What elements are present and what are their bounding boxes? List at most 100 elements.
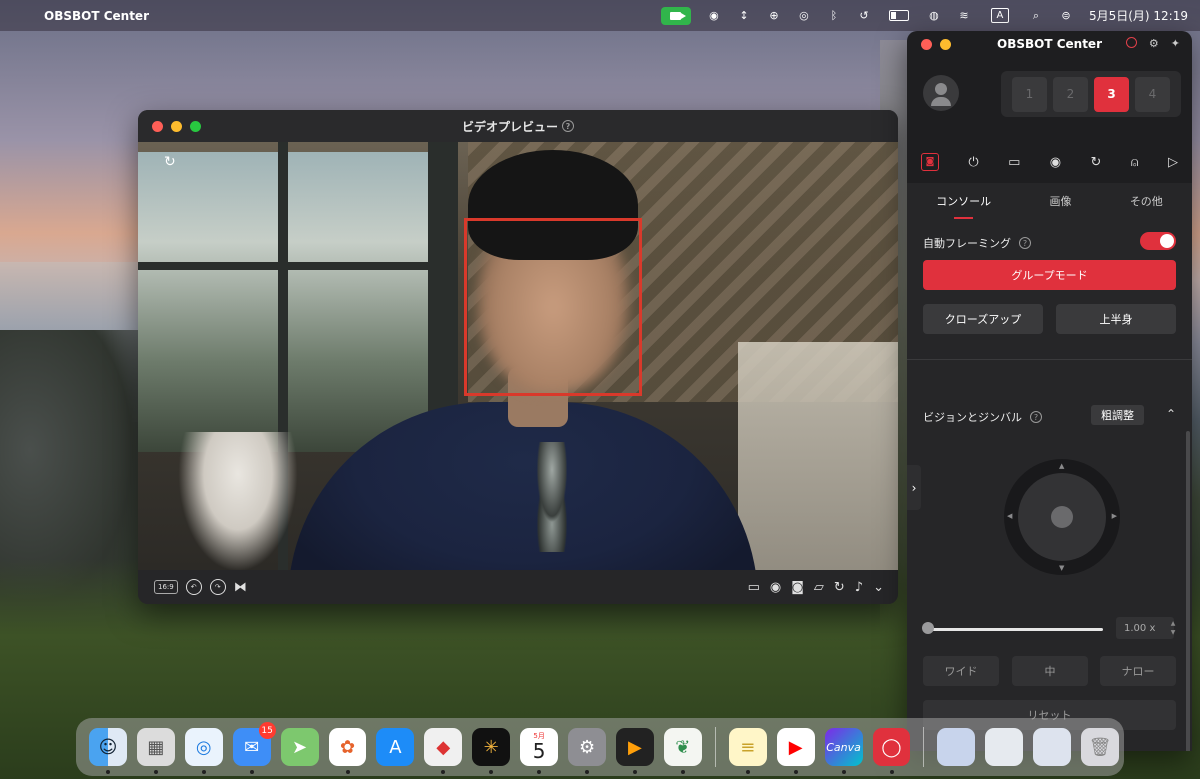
rotate-left-icon[interactable]: ↶ <box>185 579 202 595</box>
record-icon[interactable] <box>1125 37 1137 48</box>
finder-icon[interactable]: ☺ <box>89 728 127 774</box>
narrow-button[interactable]: ナロー <box>1100 656 1176 686</box>
app-store-icon[interactable]: A <box>376 728 415 766</box>
canva-icon[interactable]: Canva <box>824 728 863 774</box>
chevron-up-icon[interactable]: ⌃ <box>1166 407 1176 421</box>
device-slot-1[interactable]: 1 <box>1012 76 1047 112</box>
zoom-stepper-icon[interactable]: ▲ ▼ <box>1168 619 1178 637</box>
wide-button[interactable]: ワイド <box>923 656 999 686</box>
panel-title-actions: ⚙ ✦ <box>1125 37 1180 50</box>
mail-icon[interactable]: ✉ 15 <box>232 722 276 774</box>
panel-scrollbar[interactable] <box>1186 431 1190 751</box>
camera-in-use-icon[interactable] <box>660 6 691 25</box>
device-slot-4[interactable]: 4 <box>1135 76 1170 112</box>
expand-panel-icon[interactable]: ▷ <box>1168 155 1178 170</box>
recent-document-thumbnail[interactable] <box>985 728 1024 766</box>
rotate-right-icon[interactable]: ↷ <box>209 579 226 595</box>
group-mode-button[interactable]: グループモード <box>923 260 1176 290</box>
camera-control-icon[interactable]: ◙ <box>921 153 939 171</box>
help-icon[interactable]: ? <box>562 120 574 132</box>
tab-console[interactable]: コンソール <box>936 193 991 219</box>
safari-icon[interactable]: ◎ <box>184 728 223 774</box>
perplexity-icon[interactable]: ✳ <box>472 728 511 774</box>
wifi-icon[interactable]: ≋ <box>957 9 971 23</box>
control-center-icon[interactable]: ⊜ <box>1059 9 1073 23</box>
section-divider <box>907 359 1192 360</box>
pin-icon[interactable]: ✦ <box>1171 37 1180 50</box>
rotate-icon[interactable]: ↻ <box>164 154 176 170</box>
snapshot-camera-icon[interactable]: ◙ <box>791 580 804 595</box>
user-avatar[interactable] <box>923 75 959 111</box>
obsbot-center-dock-icon[interactable]: ◯ <box>872 728 911 774</box>
vertical-arrows-icon[interactable]: ↕ <box>737 9 751 23</box>
menubar-clock[interactable]: 5月5日(月) 12:19 <box>1089 7 1188 24</box>
final-cut-pro-icon[interactable]: ▶ <box>615 728 654 774</box>
panel-titlebar[interactable]: OBSBOT Center ⚙ ✦ <box>907 31 1192 57</box>
system-settings-icon[interactable]: ⚙ <box>568 728 606 774</box>
calendar-icon[interactable]: 5月 5 <box>520 728 559 774</box>
user-icon[interactable]: ◍ <box>927 9 941 23</box>
gimbal-joystick-pad[interactable] <box>1018 473 1106 561</box>
tracking-person-icon[interactable]: ⍝ <box>1131 155 1139 170</box>
gimbal-joystick-knob[interactable] <box>1051 506 1073 528</box>
microphone-icon[interactable]: ♪ <box>855 580 863 595</box>
auto-framing-help-icon[interactable]: ? <box>1019 237 1031 249</box>
panel-close-button[interactable] <box>921 39 932 50</box>
device-slot-3[interactable]: 3 <box>1094 76 1129 112</box>
tab-image[interactable]: 画像 <box>1049 193 1071 209</box>
notes-icon[interactable]: ≡ <box>728 728 767 774</box>
aspect-ratio-button[interactable]: 16:9 <box>154 580 178 594</box>
auto-framing-toggle[interactable] <box>1140 232 1176 250</box>
time-machine-icon[interactable]: ↺ <box>857 9 871 23</box>
record-video-icon[interactable]: ▭ <box>748 580 760 595</box>
tab-other[interactable]: その他 <box>1130 193 1163 209</box>
bluetooth-icon[interactable]: ᛒ <box>827 9 841 23</box>
gimbal-left-arrow-icon[interactable]: ◀ <box>1007 512 1012 520</box>
webcam-mode-icon[interactable]: ◉ <box>1050 155 1061 170</box>
close-button[interactable] <box>152 121 163 132</box>
globe-icon[interactable]: ⊕ <box>767 9 781 23</box>
gimbal-right-arrow-icon[interactable]: ▶ <box>1112 512 1117 520</box>
refresh-icon[interactable]: ↻ <box>834 580 845 595</box>
battery-icon[interactable] <box>888 10 909 21</box>
input-source-indicator[interactable]: A <box>990 8 1009 23</box>
upper-body-button[interactable]: 上半身 <box>1056 304 1176 334</box>
gimbal-up-arrow-icon[interactable]: ▲ <box>1059 462 1064 470</box>
maps-icon[interactable]: ➤ <box>280 728 319 766</box>
zoom-slider-handle[interactable] <box>922 622 934 634</box>
coarse-adjust-button[interactable]: 粗調整 <box>1091 405 1144 425</box>
trash-icon[interactable]: 🗑 <box>1081 728 1120 766</box>
chevron-down-icon[interactable]: ⌄ <box>873 580 884 595</box>
panel-minimize-button[interactable] <box>940 39 951 50</box>
device-slot-2[interactable]: 2 <box>1053 76 1088 112</box>
mirror-flip-icon[interactable]: ⧓ <box>234 580 247 595</box>
recent-document-thumbnail[interactable] <box>937 728 976 766</box>
mid-button[interactable]: 中 <box>1012 656 1088 686</box>
photos-icon[interactable]: ✿ <box>328 728 367 774</box>
recent-document-thumbnail[interactable] <box>1033 728 1072 766</box>
obsbot-status-icon[interactable]: ◉ <box>707 9 721 23</box>
vision-gimbal-help-icon[interactable]: ? <box>1030 411 1042 423</box>
folder-icon[interactable]: ▱ <box>814 580 824 595</box>
collapse-panel-chevron-icon[interactable]: › <box>907 465 921 510</box>
video-mode-icon[interactable]: ▭ <box>1008 155 1020 170</box>
leaf-app-icon[interactable]: ❦ <box>663 728 702 774</box>
refresh-mode-icon[interactable]: ↻ <box>1091 155 1102 170</box>
zoom-slider-track[interactable] <box>927 628 1103 631</box>
minimize-button[interactable] <box>171 121 182 132</box>
pixelmator-icon[interactable]: ◆ <box>424 728 463 774</box>
settings-gear-icon[interactable]: ⚙ <box>1149 37 1159 50</box>
webcam-icon[interactable]: ◉ <box>770 580 781 595</box>
preview-titlebar[interactable]: ビデオプレビュー ? <box>138 110 898 142</box>
youtube-icon[interactable]: ▶ <box>776 728 815 774</box>
closeup-button[interactable]: クローズアップ <box>923 304 1043 334</box>
airplay-icon[interactable]: ◎ <box>797 9 811 23</box>
zoom-value-field[interactable]: 1.00 x ▲ ▼ <box>1116 617 1175 639</box>
gimbal-joystick[interactable]: ▲ ▼ ◀ ▶ <box>1004 459 1120 575</box>
menubar-app-name[interactable]: OBSBOT Center <box>44 9 149 23</box>
power-icon[interactable]: ⏻ <box>968 155 978 170</box>
gimbal-down-arrow-icon[interactable]: ▼ <box>1059 564 1064 572</box>
zoom-button[interactable] <box>190 121 201 132</box>
spotlight-search-icon[interactable]: ⌕ <box>1029 9 1043 23</box>
launchpad-icon[interactable]: ▦ <box>136 728 175 774</box>
